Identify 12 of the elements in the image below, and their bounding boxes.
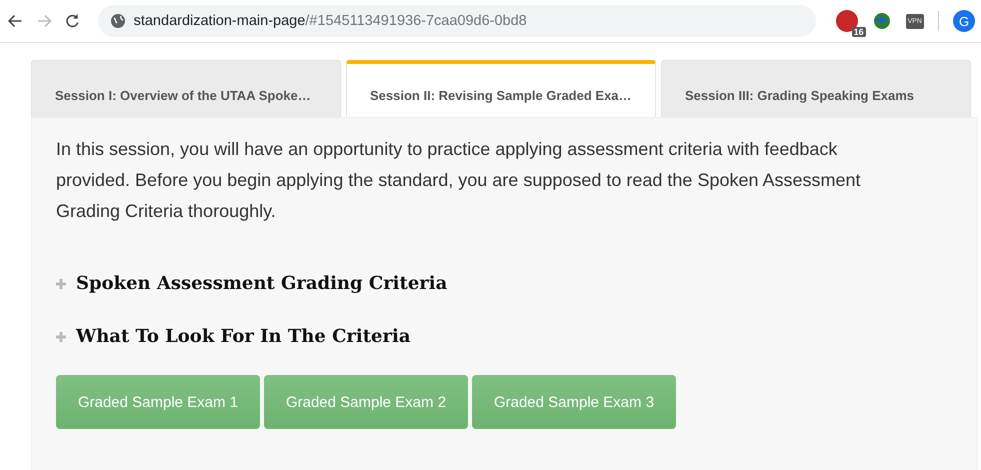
accordion-heading[interactable]: Spoken Assessment Grading Criteria: [76, 273, 448, 294]
globe-icon: [110, 13, 126, 29]
profile-avatar[interactable]: G: [953, 10, 975, 32]
address-bar[interactable]: standardization-main-page/#1545113491936-7caa09d6-0bd8: [98, 5, 816, 37]
url-path: /#1545113491936-7caa09d6-0bd8: [305, 13, 527, 29]
session-tab[interactable]: Session II: Revising Sample Graded Exa…: [346, 60, 656, 117]
session-tab[interactable]: Session I: Overview of the UTAA Spoke…: [31, 60, 341, 117]
accordion-heading[interactable]: What To Look For In The Criteria: [76, 326, 410, 347]
session-tab[interactable]: Session III: Grading Speaking Exams: [661, 60, 971, 117]
count-badge: 16: [852, 27, 866, 37]
intro-text: In this session, you will have an opportunity to practice applying assessment criteria with feedback provided. Before you begin applying the standard, you are supposed to read the Spoken Assessment Grading Criteria thoroughly.: [56, 138, 862, 223]
url-host: standardization-main-page: [134, 13, 306, 29]
